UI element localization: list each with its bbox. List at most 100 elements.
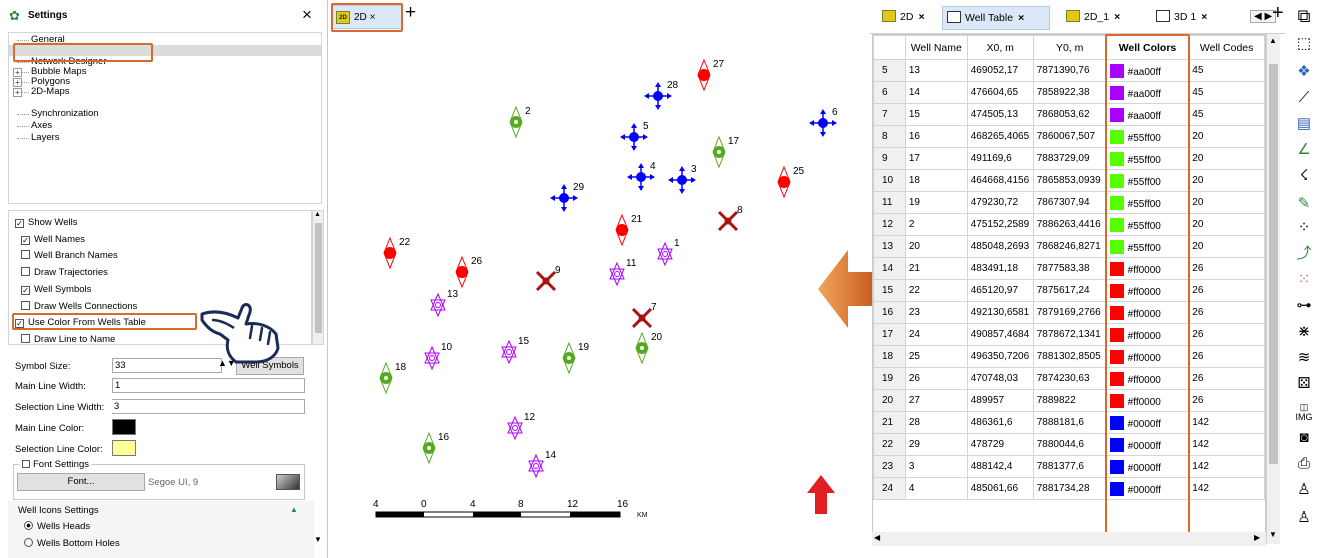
- tab-3d-1[interactable]: 3D 1 ×: [1152, 6, 1226, 30]
- main-line-width-input[interactable]: 1: [112, 378, 305, 393]
- fault-icon[interactable]: ⋇: [1293, 322, 1315, 342]
- cell-y0[interactable]: 7889822: [1032, 389, 1107, 412]
- color-dots-icon[interactable]: ⁙: [1293, 270, 1315, 290]
- table-row[interactable]: 19 26 470748,03 7874230,63 #ff0000 26: [873, 367, 1265, 390]
- cell-well-name[interactable]: 25: [904, 345, 968, 368]
- checkbox-empty[interactable]: [21, 250, 30, 260]
- cell-y0[interactable]: 7880044,6: [1032, 433, 1107, 456]
- add-well-icon[interactable]: ⤴: [1293, 244, 1315, 264]
- cell-y0[interactable]: 7868246,8271: [1032, 235, 1107, 258]
- table-row[interactable]: 6 14 476604,65 7858922,38 #aa00ff 45: [873, 81, 1265, 104]
- well-check-icon[interactable]: ♙: [1293, 508, 1315, 528]
- cell-well-code[interactable]: 45: [1188, 103, 1265, 126]
- cell-x0[interactable]: 488142,4: [966, 455, 1034, 478]
- layers-icon[interactable]: ❖: [1293, 62, 1315, 82]
- cell-well-code[interactable]: 20: [1188, 125, 1265, 148]
- row-number[interactable]: 18: [873, 345, 906, 368]
- table-row[interactable]: 23 3 488142,4 7881377,6 #0000ff 142: [873, 455, 1265, 478]
- cell-well-code[interactable]: 26: [1188, 345, 1265, 368]
- row-number[interactable]: 11: [873, 191, 906, 214]
- well-marker[interactable]: [717, 210, 739, 232]
- cell-well-name[interactable]: 29: [904, 433, 968, 456]
- row-number[interactable]: 16: [873, 301, 906, 324]
- well-marker[interactable]: [615, 213, 629, 247]
- well-marker[interactable]: [609, 261, 625, 287]
- main-line-color-swatch[interactable]: [112, 419, 136, 435]
- cell-well-code[interactable]: 45: [1188, 81, 1265, 104]
- well-marker[interactable]: [501, 339, 517, 365]
- well-marker[interactable]: [528, 453, 544, 479]
- cell-y0[interactable]: 7883729,09: [1032, 147, 1107, 170]
- table-horizontal-scrollbar[interactable]: ◀ ▶: [872, 532, 1266, 546]
- expand-icon[interactable]: +: [13, 78, 22, 87]
- cell-well-code[interactable]: 26: [1188, 367, 1265, 390]
- cell-y0[interactable]: 7881734,28: [1032, 477, 1107, 500]
- table-row[interactable]: 21 28 486361,6 7888181,6 #0000ff 142: [873, 411, 1265, 434]
- row-number[interactable]: 20: [873, 389, 906, 412]
- cell-well-name[interactable]: 13: [904, 59, 968, 82]
- column-header-x0-m[interactable]: X0, m: [966, 35, 1034, 60]
- cell-well-name[interactable]: 3: [904, 455, 968, 478]
- cell-x0[interactable]: 491169,6: [966, 147, 1034, 170]
- check-icon[interactable]: ✓: [21, 285, 30, 295]
- printer-icon[interactable]: ⎙: [1293, 454, 1315, 474]
- image-icon[interactable]: ◫ IMG: [1293, 402, 1315, 422]
- cell-well-code[interactable]: 26: [1188, 323, 1265, 346]
- scroll-up-icon[interactable]: ▲: [314, 211, 321, 218]
- add-tab-plus-button[interactable]: +: [1272, 2, 1284, 25]
- angle-icon[interactable]: ∠: [1293, 140, 1315, 160]
- font-color-swatch[interactable]: [276, 474, 300, 490]
- cell-y0[interactable]: 7867307,94: [1032, 191, 1107, 214]
- row-number[interactable]: 15: [873, 279, 906, 302]
- checkbox-draw-trajectories[interactable]: Draw Trajectories: [21, 267, 108, 278]
- row-number[interactable]: 21: [873, 411, 906, 434]
- cell-well-name[interactable]: 26: [904, 367, 968, 390]
- row-number[interactable]: 9: [873, 147, 906, 170]
- cell-y0[interactable]: 7868053,62: [1032, 103, 1107, 126]
- cell-x0[interactable]: 468265,4065: [966, 125, 1034, 148]
- map-canvas[interactable]: 27282 6517254 3298211222691113720101519181…: [331, 30, 868, 558]
- cell-well-code[interactable]: 142: [1188, 455, 1265, 478]
- well-marker[interactable]: [535, 270, 557, 292]
- checkbox-empty[interactable]: [21, 267, 30, 277]
- close-icon[interactable]: ×: [302, 5, 312, 25]
- tab-close-icon[interactable]: ×: [1201, 11, 1207, 23]
- tab-close-icon[interactable]: ×: [918, 11, 924, 23]
- checkbox-well-symbols[interactable]: ✓ Well Symbols: [21, 284, 91, 295]
- contour-icon[interactable]: ≋: [1293, 348, 1315, 368]
- tree-item-synchronization[interactable]: Synchronization: [31, 109, 99, 119]
- scroll-left-icon[interactable]: ◀: [874, 533, 880, 542]
- cell-well-name[interactable]: 16: [904, 125, 968, 148]
- collapse-icon[interactable]: ▲: [290, 505, 298, 514]
- cell-well-code[interactable]: 142: [1188, 433, 1265, 456]
- row-number[interactable]: 5: [873, 59, 906, 82]
- cell-y0[interactable]: 7881302,8505: [1032, 345, 1107, 368]
- cell-well-code[interactable]: 20: [1188, 147, 1265, 170]
- cell-x0[interactable]: 485061,66: [966, 477, 1034, 500]
- table-row[interactable]: 16 23 492130,6581 7879169,2766 #ff0000 26: [873, 301, 1265, 324]
- row-number[interactable]: 12: [873, 213, 906, 236]
- radio-wells-bottom-holes[interactable]: Wells Bottom Holes: [24, 538, 120, 549]
- well-marker[interactable]: [635, 331, 649, 365]
- cell-x0[interactable]: 485048,2693: [966, 235, 1034, 258]
- cell-y0[interactable]: 7875617,24: [1032, 279, 1107, 302]
- cell-y0[interactable]: 7858922,38: [1032, 81, 1107, 104]
- cell-well-name[interactable]: 14: [904, 81, 968, 104]
- cell-well-code[interactable]: 142: [1188, 411, 1265, 434]
- tab-close-icon[interactable]: ×: [1114, 11, 1120, 23]
- cell-well-name[interactable]: 23: [904, 301, 968, 324]
- tab-2d[interactable]: 2D ×: [878, 6, 932, 30]
- row-number[interactable]: 17: [873, 323, 906, 346]
- well-marker[interactable]: [507, 415, 523, 441]
- scrollbar-thumb[interactable]: [315, 223, 322, 333]
- selection-line-width-input[interactable]: 3: [112, 399, 305, 414]
- column-header-well-codes[interactable]: Well Codes: [1188, 35, 1265, 60]
- cell-x0[interactable]: 475152,2589: [966, 213, 1034, 236]
- well-marker[interactable]: [430, 292, 446, 318]
- tree-item-layers[interactable]: Layers: [31, 133, 60, 143]
- checkbox-show-wells[interactable]: ✓ Show Wells: [15, 217, 77, 228]
- add-tab-button[interactable]: +: [405, 2, 416, 24]
- row-number[interactable]: 10: [873, 169, 906, 192]
- cell-well-name[interactable]: 2: [904, 213, 968, 236]
- cell-well-code[interactable]: 20: [1188, 213, 1265, 236]
